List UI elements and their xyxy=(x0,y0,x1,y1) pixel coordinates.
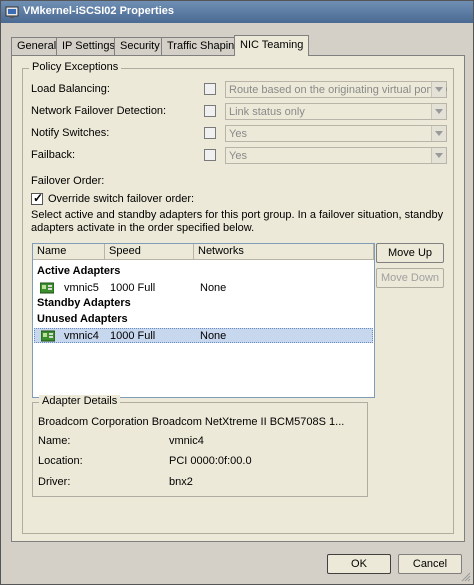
resize-grip-icon[interactable] xyxy=(460,571,471,582)
adapter-list[interactable]: Name Speed Networks Active Adapters vmni… xyxy=(32,243,375,398)
tab-security[interactable]: Security xyxy=(114,37,166,55)
notify-switches-select[interactable]: Yes xyxy=(225,125,447,142)
window-title: VMkernel-iSCSI02 Properties xyxy=(23,5,175,17)
adapter-name-value: vmnic4 xyxy=(169,435,204,447)
adapter-list-header: Name Speed Networks xyxy=(33,244,374,260)
chevron-down-icon xyxy=(431,104,446,119)
standby-adapters-heading: Standby Adapters xyxy=(37,297,131,309)
load-balancing-label: Load Balancing: xyxy=(31,83,110,95)
unused-adapters-heading: Unused Adapters xyxy=(37,313,128,325)
adapter-name: vmnic4 xyxy=(64,330,99,342)
load-balancing-checkbox[interactable] xyxy=(204,83,216,95)
network-adapter-icon xyxy=(40,282,54,294)
adapter-location-value: PCI 0000:0f:00.0 xyxy=(169,455,252,467)
active-adapters-heading: Active Adapters xyxy=(37,265,121,277)
chevron-down-icon xyxy=(431,82,446,97)
cancel-button[interactable]: Cancel xyxy=(398,554,462,574)
adapter-row-vmnic5[interactable]: vmnic5 1000 Full None xyxy=(34,281,373,296)
tab-nic-teaming[interactable]: NIC Teaming xyxy=(234,35,310,56)
move-down-button[interactable]: Move Down xyxy=(376,268,444,288)
notify-switches-checkbox[interactable] xyxy=(204,127,216,139)
failover-order-label: Failover Order: xyxy=(31,175,105,187)
network-app-icon xyxy=(5,6,19,18)
column-header-networks[interactable]: Networks xyxy=(194,244,374,260)
move-up-button[interactable]: Move Up xyxy=(376,243,444,263)
override-failover-label: Override switch failover order: xyxy=(48,193,195,205)
chevron-down-icon xyxy=(431,148,446,163)
column-header-speed[interactable]: Speed xyxy=(105,244,194,260)
column-header-name[interactable]: Name xyxy=(33,244,105,260)
checkmark-icon: ✓ xyxy=(32,191,44,205)
failover-detection-select[interactable]: Link status only xyxy=(225,103,447,120)
failback-label: Failback: xyxy=(31,149,76,161)
properties-dialog: VMkernel-iSCSI02 Properties General IP S… xyxy=(0,0,474,585)
adapter-name-label: Name: xyxy=(38,435,71,447)
adapter-row-vmnic4[interactable]: vmnic4 1000 Full None xyxy=(34,328,373,343)
adapter-networks: None xyxy=(200,330,227,342)
failover-instructions: Select active and standby adapters for t… xyxy=(31,209,444,234)
chevron-down-icon xyxy=(431,126,446,141)
tab-ip-settings[interactable]: IP Settings xyxy=(56,37,121,55)
network-adapter-icon xyxy=(41,330,55,342)
adapter-driver-label: Driver: xyxy=(38,476,71,488)
failback-select[interactable]: Yes xyxy=(225,147,447,164)
failover-detection-checkbox[interactable] xyxy=(204,105,216,117)
adapter-speed: 1000 Full xyxy=(110,282,156,294)
adapter-location-label: Location: xyxy=(38,455,83,467)
policy-exceptions-title: Policy Exceptions xyxy=(29,61,122,73)
override-failover-checkbox[interactable]: ✓ xyxy=(31,191,44,205)
ok-button[interactable]: OK xyxy=(327,554,391,574)
adapter-networks: None xyxy=(200,282,227,294)
adapter-driver-value: bnx2 xyxy=(169,476,193,488)
failover-detection-label: Network Failover Detection: xyxy=(31,105,167,117)
notify-switches-label: Notify Switches: xyxy=(31,127,110,139)
title-bar[interactable]: VMkernel-iSCSI02 Properties xyxy=(1,1,473,23)
adapter-description: Broadcom Corporation Broadcom NetXtreme … xyxy=(38,416,345,428)
adapter-speed: 1000 Full xyxy=(110,330,156,342)
adapter-name: vmnic5 xyxy=(64,282,99,294)
failback-checkbox[interactable] xyxy=(204,149,216,161)
adapter-details-title: Adapter Details xyxy=(39,395,121,407)
load-balancing-select[interactable]: Route based on the originating virtual p… xyxy=(225,81,447,98)
tab-general[interactable]: General xyxy=(11,37,63,55)
nic-teaming-page: Policy Exceptions Load Balancing: Route … xyxy=(11,55,465,542)
